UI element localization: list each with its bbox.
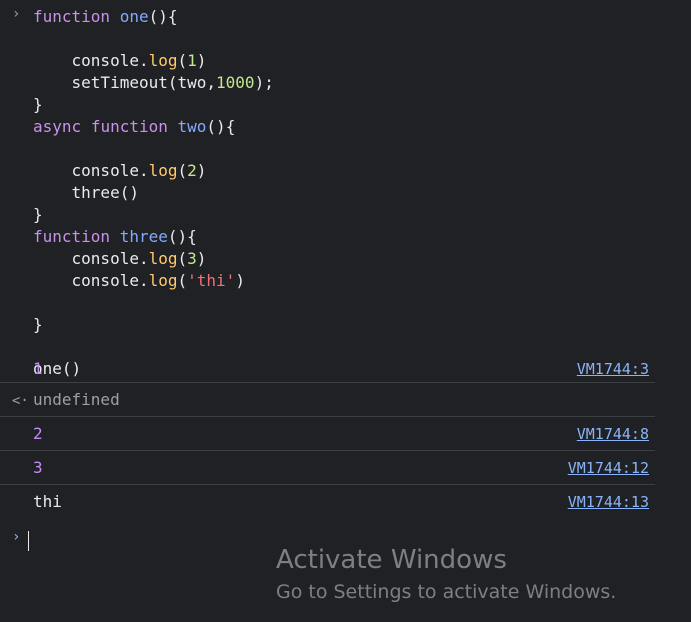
code-token: } [33, 315, 43, 334]
devtools-console: › function one(){ console.log(1) setTime… [0, 0, 655, 622]
code-token: (){ [167, 227, 197, 246]
source-link[interactable]: VM1744:12 [568, 457, 649, 479]
code-token: function [33, 7, 111, 26]
code-token: function [90, 117, 168, 136]
log-entry-2: 2 VM1744:8 [0, 417, 655, 451]
code-line: console.log('thi') [33, 270, 274, 292]
return-value: undefined [33, 390, 120, 409]
code-token: (){ [148, 7, 178, 26]
return-value-entry: <· undefined [0, 383, 655, 417]
code-token: } [33, 95, 43, 114]
code-token: log [148, 271, 178, 290]
return-arrow-icon: <· [12, 393, 29, 409]
code-line: function one(){ [33, 6, 274, 28]
code-line: } [33, 204, 274, 226]
code-line: async function two(){ [33, 116, 274, 138]
text-caret[interactable] [28, 531, 29, 551]
code-token: ) [235, 271, 245, 290]
code-token: } [33, 205, 43, 224]
code-token: console. [33, 249, 149, 268]
code-token: ) [196, 51, 207, 70]
code-token: log [148, 249, 178, 268]
code-token: ( [177, 51, 188, 70]
code-token: log [148, 161, 178, 180]
prompt-chevron-icon: › [12, 529, 21, 545]
code-token: 2 [187, 161, 197, 180]
code-line: } [33, 94, 274, 116]
code-line: console.log(2) [33, 160, 274, 182]
code-line: function three(){ [33, 226, 274, 248]
code-line: console.log(3) [33, 248, 274, 270]
code-token: 'thi' [187, 271, 236, 290]
source-link[interactable]: VM1744:8 [577, 423, 649, 445]
source-link[interactable]: VM1744:3 [577, 358, 649, 380]
code-token: setTimeout(two, [33, 73, 217, 92]
code-token: function [33, 227, 111, 246]
code-line: three() [33, 182, 274, 204]
code-token: ( [177, 271, 188, 290]
log-message: 3 [33, 458, 43, 477]
console-input-entry: › function one(){ console.log(1) setTime… [0, 0, 655, 378]
code-token: three() [33, 183, 139, 202]
code-token: ); [254, 73, 274, 92]
code-token: ) [196, 161, 207, 180]
log-message: thi [33, 492, 62, 511]
code-line: } [33, 314, 274, 336]
code-token: 1 [187, 51, 197, 70]
code-token: console. [33, 161, 149, 180]
code-token: (){ [206, 117, 236, 136]
code-token: three [119, 227, 168, 246]
log-message: 2 [33, 424, 43, 443]
code-block: function one(){ console.log(1) setTimeou… [33, 6, 274, 380]
code-token: console. [33, 271, 149, 290]
log-entry-3: 3 VM1744:12 [0, 451, 655, 485]
code-token: ) [196, 249, 207, 268]
code-token: console. [33, 51, 149, 70]
code-line: setTimeout(two,1000); [33, 72, 274, 94]
code-token: ( [177, 249, 188, 268]
console-prompt-line[interactable]: › [0, 518, 655, 558]
log-message: 1 [33, 359, 43, 378]
code-token: async [33, 117, 82, 136]
code-token: one [119, 7, 149, 26]
code-token: log [148, 51, 178, 70]
log-entry-1: 1 VM1744:3 [0, 352, 655, 383]
code-token: ( [177, 161, 188, 180]
input-chevron-icon: › [12, 6, 21, 22]
log-entry-4: thi VM1744:13 [0, 485, 655, 518]
code-token: two [177, 117, 207, 136]
source-link[interactable]: VM1744:13 [568, 491, 649, 513]
code-token: 3 [187, 249, 197, 268]
code-token: 1000 [216, 73, 255, 92]
code-line: console.log(1) [33, 50, 274, 72]
